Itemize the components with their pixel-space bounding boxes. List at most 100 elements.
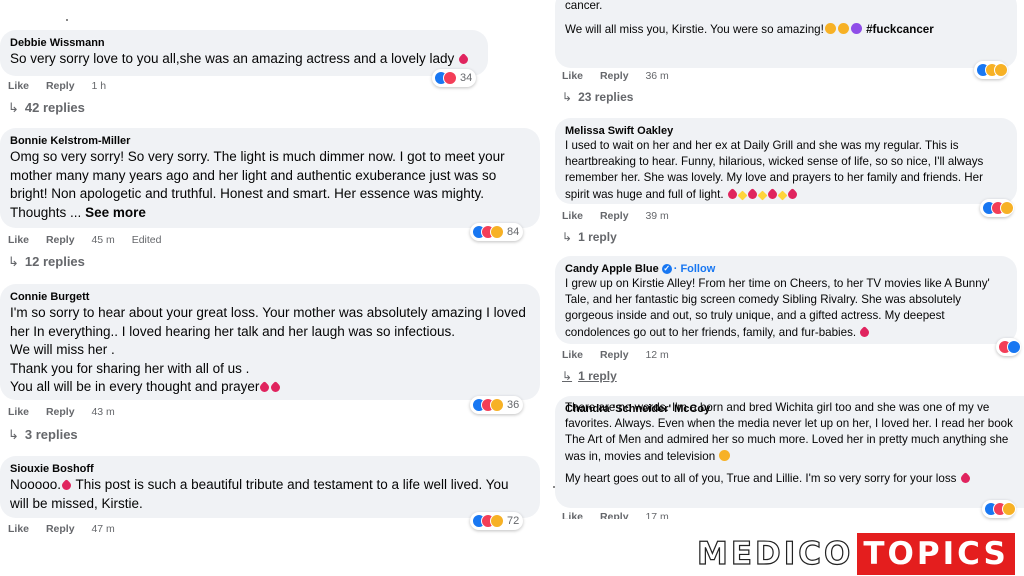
like-button[interactable]: Like [562,511,583,519]
see-more-link[interactable]: See more [85,205,146,220]
like-button[interactable]: Like [8,234,29,246]
comment-author[interactable]: Siouxie Boshoff [10,462,530,476]
like-button[interactable]: Like [562,210,583,222]
comment-text: We will all miss you, Kirstie. You were … [565,23,934,37]
care-reaction-icon [490,398,504,412]
reply-arrow-icon: ↳ [562,90,573,104]
reply-button[interactable]: Reply [46,234,75,246]
logo-part-medico: MEDICO [696,535,854,572]
heart-emoji-icon [958,471,972,485]
reaction-summary[interactable] [980,199,1014,217]
sparkles-emoji-icon [757,190,768,201]
comment-bubble: Chandra 'Schneider' McCoy There are no w… [555,396,1024,508]
smile-emoji-icon [719,449,731,461]
stray-dot [66,19,68,21]
like-button[interactable]: Like [8,80,29,92]
verified-badge-icon: ✓ [661,264,672,275]
comment-author[interactable]: Connie Burgett [10,290,530,304]
care-reaction-icon [994,63,1008,77]
reply-button[interactable]: Reply [600,70,629,82]
comment-author[interactable]: Bonnie Kelstrom-Miller [10,134,530,148]
comment-text-truncated: cancer. [565,0,603,12]
comment-author[interactable]: Melissa Swift Oakley [565,124,1007,138]
comment-author[interactable]: Debbie Wissmann [10,36,478,50]
crying-emoji-icon [837,23,849,35]
comment-bubble: Bonnie Kelstrom-Miller Omg so very sorry… [0,128,540,228]
view-replies-link[interactable]: ↳ 23 replies [562,90,633,104]
reply-arrow-icon: ↳ [562,230,573,244]
heart-emoji-icon [269,381,283,394]
hashtag-link[interactable]: #fuckcancer [866,23,934,36]
reply-button[interactable]: Reply [46,406,75,418]
reaction-count: 84 [507,226,520,238]
reaction-count: 34 [460,72,473,84]
comment-actions: Like Reply 43 m [8,406,129,418]
comment-bubble: cancer. We will all miss you, Kirstie. Y… [555,0,1017,68]
reply-arrow-icon: ↳ [8,427,19,442]
view-replies-link[interactable]: ↳ 3 replies [8,427,78,443]
like-button[interactable]: Like [8,523,29,535]
reaction-summary[interactable] [982,500,1016,518]
comment-actions: Like Reply 45 m Edited [8,234,176,246]
left-comment-column: Debbie Wissmann So very sorry love to yo… [0,0,548,576]
comment-author: Candy Apple Blue ✓ · Follow [565,262,1007,276]
comment-text: Nooooo. This post is such a beautiful tr… [10,477,509,511]
author-name[interactable]: Candy Apple Blue [565,263,659,275]
sad-emoji-icon [850,23,862,35]
comment-actions: Like Reply 47 m [8,523,129,535]
comment-bubble: Candy Apple Blue ✓ · Follow I grew up on K… [555,256,1017,344]
comment-actions: Like Reply 1 h [8,80,120,92]
medicotopics-watermark-logo: MEDICO TOPICS [695,533,1015,575]
reaction-count: 72 [507,515,520,527]
view-replies-link[interactable]: ↳ 1 reply [562,230,617,244]
comment-bubble: Melissa Swift Oakley I used to wait on h… [555,118,1017,204]
reaction-summary[interactable] [974,61,1008,79]
comment-timestamp[interactable]: 45 m [91,234,114,246]
like-button[interactable]: Like [562,70,583,82]
comment-text: I'm so sorry to hear about your great lo… [10,305,526,394]
comment-text-second: My heart goes out to all of you, True an… [565,471,1014,487]
reply-arrow-icon: ↳ [8,100,19,115]
reply-button[interactable]: Reply [600,511,629,519]
reply-button[interactable]: Reply [600,210,629,222]
comment-timestamp[interactable]: 12 m [645,349,668,361]
like-reaction-icon [1007,340,1021,354]
reply-arrow-icon: ↳ [8,254,19,269]
comment-text: So very sorry love to you all,she was an… [10,50,478,69]
reaction-count: 36 [507,399,520,411]
right-comment-column: cancer. We will all miss you, Kirstie. Y… [548,0,1024,576]
care-reaction-icon [490,514,504,528]
comment-actions: Like Reply 12 m [562,349,683,361]
heart-emoji-icon [858,325,872,339]
view-replies-link[interactable]: ↳ 1 reply [562,369,617,383]
comment-timestamp[interactable]: 39 m [645,210,668,222]
care-reaction-icon [1002,502,1016,516]
reply-button[interactable]: Reply [600,349,629,361]
reaction-summary[interactable]: 84 [470,223,524,241]
heart-emoji-icon [745,187,759,201]
sparkles-emoji-icon [777,190,788,201]
comment-actions: Like Reply 36 m [562,70,683,82]
heart-emoji-icon [765,187,779,201]
like-button[interactable]: Like [8,406,29,418]
reply-button[interactable]: Reply [46,523,75,535]
comment-timestamp[interactable]: 17 m [645,511,668,519]
comment-timestamp[interactable]: 36 m [645,70,668,82]
edited-label: Edited [131,234,162,246]
follow-button[interactable]: · Follow [674,263,716,275]
reaction-summary[interactable] [996,338,1021,356]
comment-timestamp[interactable]: 43 m [91,406,114,418]
comment-text-body: There are no words. I'm a born and bred … [565,401,1013,463]
like-button[interactable]: Like [562,349,583,361]
reaction-summary[interactable]: 36 [470,396,524,414]
view-replies-link[interactable]: ↳ 12 replies [8,254,85,270]
reaction-summary[interactable]: 72 [470,512,524,530]
heart-emoji-icon [258,381,272,394]
comment-timestamp[interactable]: 47 m [91,523,114,535]
reaction-summary[interactable]: 34 [432,69,477,87]
view-replies-link[interactable]: ↳ 42 replies [8,100,85,116]
reply-button[interactable]: Reply [46,80,75,92]
comment-text: Omg so very sorry! So very sorry. The li… [10,149,505,220]
heart-emoji-icon [457,53,470,66]
comment-timestamp[interactable]: 1 h [91,80,106,92]
